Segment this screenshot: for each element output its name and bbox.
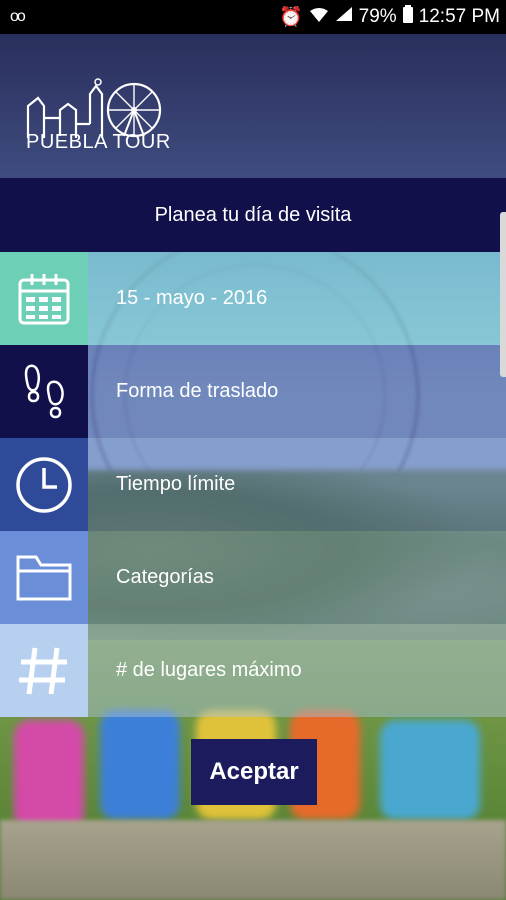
- time-limit-label: Tiempo límite: [88, 438, 506, 531]
- transport-option[interactable]: Forma de traslado: [0, 345, 506, 438]
- status-bar: oo ⏰ 79% 12:57 PM: [0, 0, 506, 34]
- max-places-option[interactable]: # de lugares máximo: [0, 624, 506, 717]
- clock-time: 12:57 PM: [418, 6, 500, 27]
- app-header: PUEBLA TOUR: [0, 34, 506, 178]
- categories-label: Categorías: [88, 531, 506, 624]
- logo-text: PUEBLA TOUR: [26, 131, 171, 153]
- alarm-icon: ⏰: [278, 7, 303, 28]
- title-bar: Planea tu día de visita: [0, 178, 506, 252]
- battery-icon: [402, 5, 413, 29]
- signal-icon: [335, 6, 353, 28]
- footprints-icon: [0, 345, 88, 438]
- scrollbar[interactable]: [500, 212, 506, 377]
- hashtag-icon: [0, 624, 88, 717]
- date-option[interactable]: 15 - mayo - 2016: [0, 252, 506, 345]
- voicemail-icon: oo: [10, 8, 26, 25]
- max-places-label: # de lugares máximo: [88, 624, 506, 717]
- page-title: Planea tu día de visita: [154, 203, 352, 226]
- transport-label: Forma de traslado: [88, 345, 506, 438]
- clock-icon: [0, 438, 88, 531]
- folder-icon: [0, 531, 88, 624]
- date-label: 15 - mayo - 2016: [88, 252, 506, 345]
- plan-options-menu: 15 - mayo - 2016 Forma de traslado Tiemp…: [0, 252, 506, 717]
- calendar-icon: [0, 252, 88, 345]
- accept-button[interactable]: Aceptar: [191, 739, 317, 805]
- wifi-icon: [309, 7, 329, 28]
- battery-percent: 79%: [358, 6, 397, 27]
- time-limit-option[interactable]: Tiempo límite: [0, 438, 506, 531]
- categories-option[interactable]: Categorías: [0, 531, 506, 624]
